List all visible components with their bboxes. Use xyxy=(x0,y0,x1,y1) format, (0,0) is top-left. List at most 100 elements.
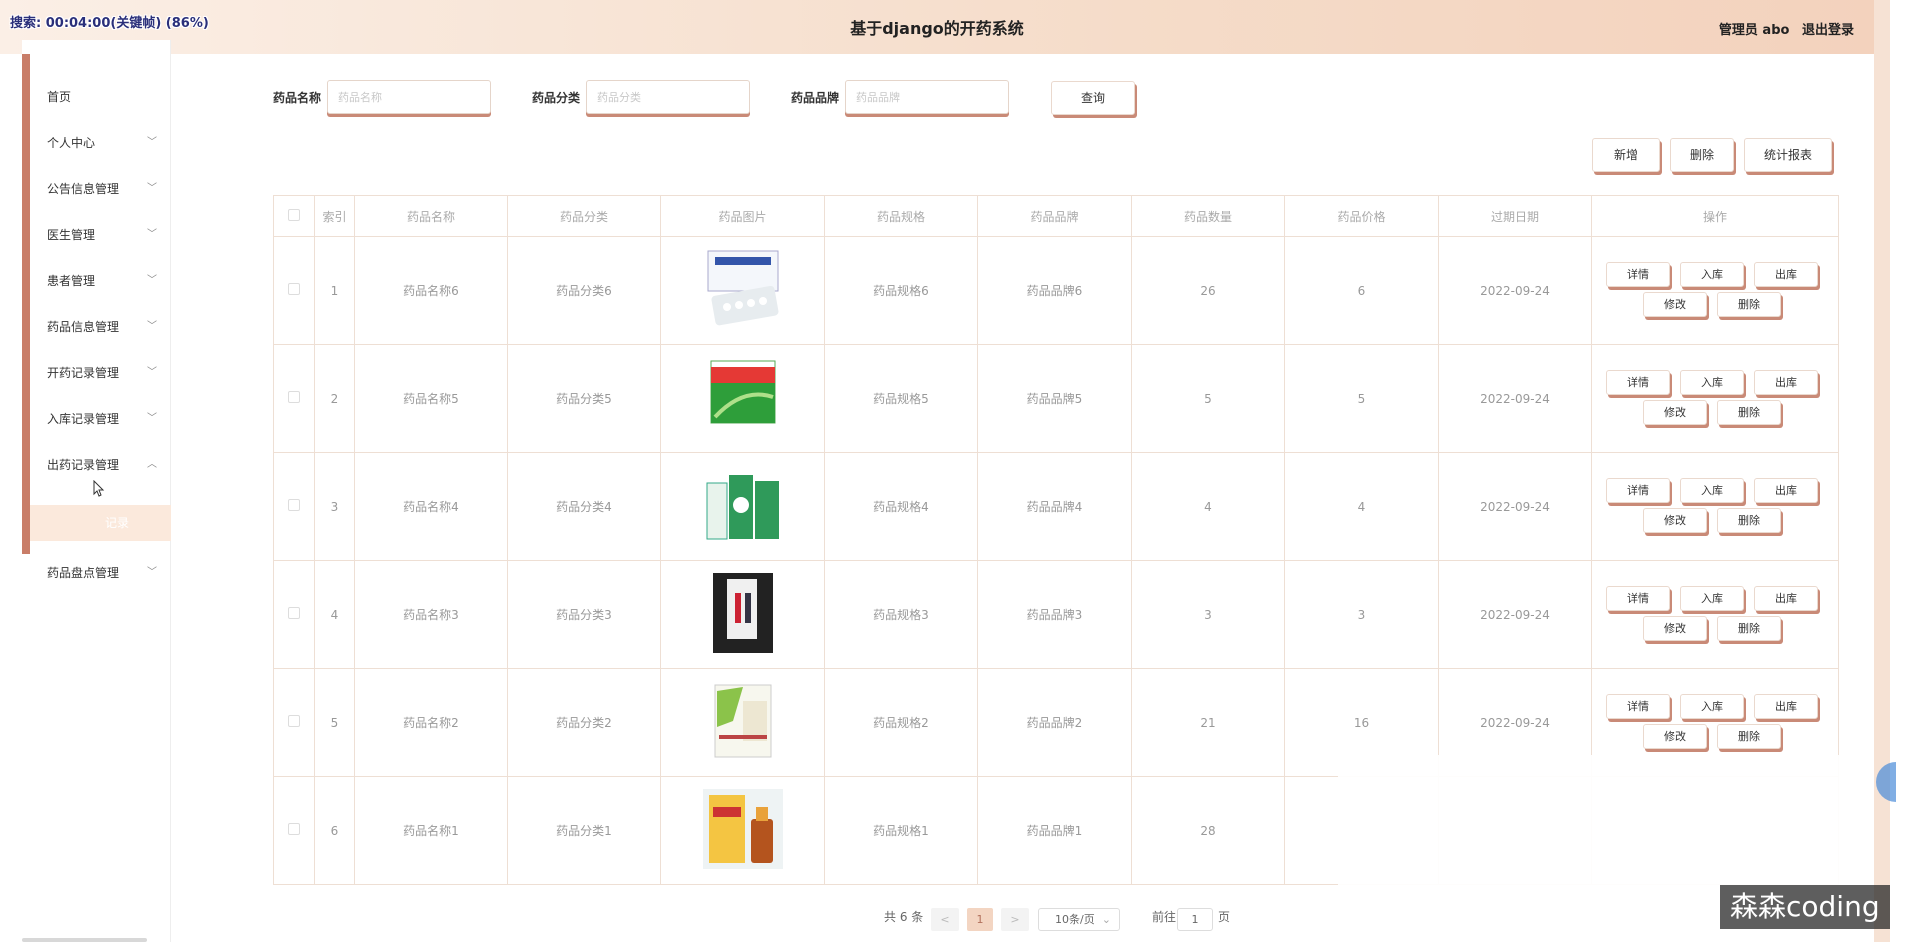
sidebar-item-label: 公告信息管理 xyxy=(47,182,120,196)
report-button[interactable]: 统计报表 xyxy=(1744,138,1832,172)
stock-in-button[interactable]: 入库 xyxy=(1680,693,1744,719)
edit-button[interactable]: 修改 xyxy=(1643,399,1707,425)
edit-button[interactable]: 修改 xyxy=(1643,507,1707,533)
drug-category-label: 药品分类 xyxy=(532,91,581,105)
cell-index: 1 xyxy=(314,236,355,345)
sidebar-item-home[interactable]: 首页 xyxy=(30,74,171,120)
detail-button[interactable]: 详情 xyxy=(1606,369,1670,395)
sidebar-item-drug-info[interactable]: 药品信息管理 ﹀ xyxy=(30,304,171,350)
sidebar-item-stock-in[interactable]: 入库记录管理 ﹀ xyxy=(30,396,171,442)
page-suffix-label: 页 xyxy=(1218,910,1231,924)
chevron-down-icon: ﹀ xyxy=(147,229,157,240)
drug-category-input[interactable] xyxy=(586,80,750,114)
stock-in-button[interactable]: 入库 xyxy=(1680,477,1744,503)
edit-button[interactable]: 修改 xyxy=(1643,291,1707,317)
cell-drug-qty: 26 xyxy=(1131,236,1285,345)
user-area: 管理员 abo 退出登录 xyxy=(1711,19,1854,38)
row-checkbox[interactable] xyxy=(273,776,315,885)
sidebar-item-label: 出药记录管理 xyxy=(47,458,120,472)
detail-button[interactable]: 详情 xyxy=(1606,585,1670,611)
detail-button[interactable]: 详情 xyxy=(1606,693,1670,719)
drug-name-input[interactable] xyxy=(327,80,491,114)
pagination-prev-button[interactable]: < xyxy=(931,908,959,931)
pagination-next-button[interactable]: > xyxy=(1001,908,1029,931)
sidebar-item-prescription[interactable]: 开药记录管理 ﹀ xyxy=(30,350,171,396)
row-delete-button[interactable]: 删除 xyxy=(1717,615,1781,641)
sidebar-item-inventory[interactable]: 药品盘点管理 ﹀ xyxy=(30,550,171,596)
sidebar-item-label: 开药记录管理 xyxy=(47,366,120,380)
cell-drug-category: 药品分类2 xyxy=(507,668,661,777)
cell-drug-image xyxy=(660,668,825,777)
logout-link[interactable]: 退出登录 xyxy=(1802,23,1854,38)
sidebar-item-notice[interactable]: 公告信息管理 ﹀ xyxy=(30,166,171,212)
cell-index: 4 xyxy=(314,560,355,669)
cell-actions: 详情 入库 出库 修改 删除 xyxy=(1591,344,1839,453)
row-checkbox[interactable] xyxy=(273,560,315,669)
cell-drug-spec: 药品规格4 xyxy=(824,452,978,561)
header-drug-price: 药品价格 xyxy=(1284,195,1439,237)
cell-index: 5 xyxy=(314,668,355,777)
table-row: 2 药品名称5 药品分类5 药品规格5 药品品牌5 5 5 2022-09-24… xyxy=(273,344,1839,453)
cell-index: 6 xyxy=(314,776,355,885)
header-index: 索引 xyxy=(314,195,355,237)
sidebar-item-personal-center[interactable]: 个人中心 ﹀ xyxy=(30,120,171,166)
chevron-down-icon: ﹀ xyxy=(147,567,157,578)
row-delete-button[interactable]: 删除 xyxy=(1717,723,1781,749)
stock-in-button[interactable]: 入库 xyxy=(1680,369,1744,395)
cell-drug-spec: 药品规格6 xyxy=(824,236,978,345)
goto-page-input[interactable]: 1 xyxy=(1177,908,1213,931)
edit-button[interactable]: 修改 xyxy=(1643,723,1707,749)
query-button[interactable]: 查询 xyxy=(1051,81,1135,115)
header-drug-image: 药品图片 xyxy=(660,195,825,237)
row-delete-button[interactable]: 删除 xyxy=(1717,399,1781,425)
app-title: 基于django的开药系统 xyxy=(850,19,1024,38)
sidebar-item-label: 首页 xyxy=(47,90,72,104)
row-checkbox[interactable] xyxy=(273,452,315,561)
stock-out-button[interactable]: 出库 xyxy=(1754,477,1818,503)
sidebar-subitem-dispense-record[interactable]: 记录 xyxy=(30,505,171,541)
stock-out-button[interactable]: 出库 xyxy=(1754,585,1818,611)
sidebar-horizontal-scrollbar[interactable] xyxy=(22,938,147,942)
delete-button[interactable]: 删除 xyxy=(1670,138,1734,172)
header-actions: 操作 xyxy=(1591,195,1839,237)
cell-drug-name: 药品名称6 xyxy=(354,236,508,345)
cell-drug-spec: 药品规格1 xyxy=(824,776,978,885)
sidebar-item-label: 患者管理 xyxy=(47,274,96,288)
cell-drug-price: 3 xyxy=(1284,560,1439,669)
stock-in-button[interactable]: 入库 xyxy=(1680,261,1744,287)
row-delete-button[interactable]: 删除 xyxy=(1717,291,1781,317)
detail-button[interactable]: 详情 xyxy=(1606,261,1670,287)
cell-actions: 详情 入库 出库 修改 删除 xyxy=(1591,236,1839,345)
cell-drug-brand: 药品品牌6 xyxy=(977,236,1132,345)
chevron-down-icon: ﹀ xyxy=(147,367,157,378)
page-size-select[interactable]: 10条/页 ⌄ xyxy=(1038,908,1120,931)
pagination-page-1[interactable]: 1 xyxy=(967,908,993,931)
cell-drug-image xyxy=(660,236,825,345)
sidebar-subitem-label: 记录 xyxy=(105,516,130,530)
goto-label: 前往 xyxy=(1152,910,1177,924)
stock-out-button[interactable]: 出库 xyxy=(1754,369,1818,395)
detail-button[interactable]: 详情 xyxy=(1606,477,1670,503)
stock-out-button[interactable]: 出库 xyxy=(1754,261,1818,287)
chevron-down-icon: ﹀ xyxy=(147,275,157,286)
sidebar-item-patient[interactable]: 患者管理 ﹀ xyxy=(30,258,171,304)
pagination-total: 共 6 条 xyxy=(884,910,924,924)
cell-drug-name: 药品名称2 xyxy=(354,668,508,777)
stock-out-button[interactable]: 出库 xyxy=(1754,693,1818,719)
table-row: 1 药品名称6 药品分类6 药品规格6 药品品牌6 26 6 2022-09-2… xyxy=(273,236,1839,345)
row-checkbox[interactable] xyxy=(273,236,315,345)
row-checkbox[interactable] xyxy=(273,668,315,777)
drug-brand-input[interactable] xyxy=(845,80,1009,114)
add-button[interactable]: 新增 xyxy=(1592,138,1660,172)
select-all-checkbox[interactable] xyxy=(273,195,315,237)
sidebar-item-label: 入库记录管理 xyxy=(47,412,120,426)
row-checkbox[interactable] xyxy=(273,344,315,453)
chevron-down-icon: ﹀ xyxy=(147,413,157,424)
cell-drug-brand: 药品品牌3 xyxy=(977,560,1132,669)
cell-expiry: 2022-09-24 xyxy=(1438,344,1592,453)
stock-in-button[interactable]: 入库 xyxy=(1680,585,1744,611)
row-delete-button[interactable]: 删除 xyxy=(1717,507,1781,533)
cell-expiry: 2022-09-24 xyxy=(1438,560,1592,669)
sidebar-item-doctor[interactable]: 医生管理 ﹀ xyxy=(30,212,171,258)
edit-button[interactable]: 修改 xyxy=(1643,615,1707,641)
